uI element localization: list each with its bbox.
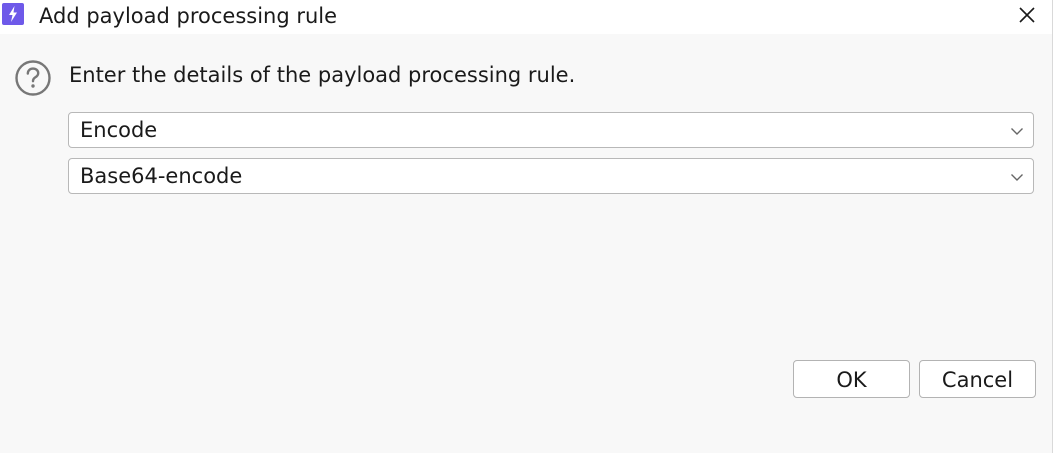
chevron-down-icon — [1011, 128, 1023, 135]
rule-type-select[interactable]: Encode — [68, 112, 1034, 148]
close-icon — [1019, 7, 1035, 23]
encoding-value: Base64-encode — [80, 164, 243, 188]
app-icon — [2, 3, 24, 25]
chevron-down-icon — [1011, 174, 1023, 181]
add-payload-processing-rule-dialog: Add payload processing rule Enter the de… — [0, 0, 1053, 453]
ok-button[interactable]: OK — [793, 360, 910, 398]
rule-type-value: Encode — [80, 118, 158, 142]
instruction-text: Enter the details of the payload process… — [69, 63, 576, 87]
title-bar: Add payload processing rule — [0, 0, 1052, 34]
cancel-button[interactable]: Cancel — [919, 360, 1036, 398]
dialog-title: Add payload processing rule — [39, 4, 338, 28]
background-edge — [1053, 0, 1062, 453]
help-icon — [15, 60, 51, 96]
close-button[interactable] — [1007, 0, 1047, 30]
encoding-select[interactable]: Base64-encode — [68, 158, 1034, 194]
